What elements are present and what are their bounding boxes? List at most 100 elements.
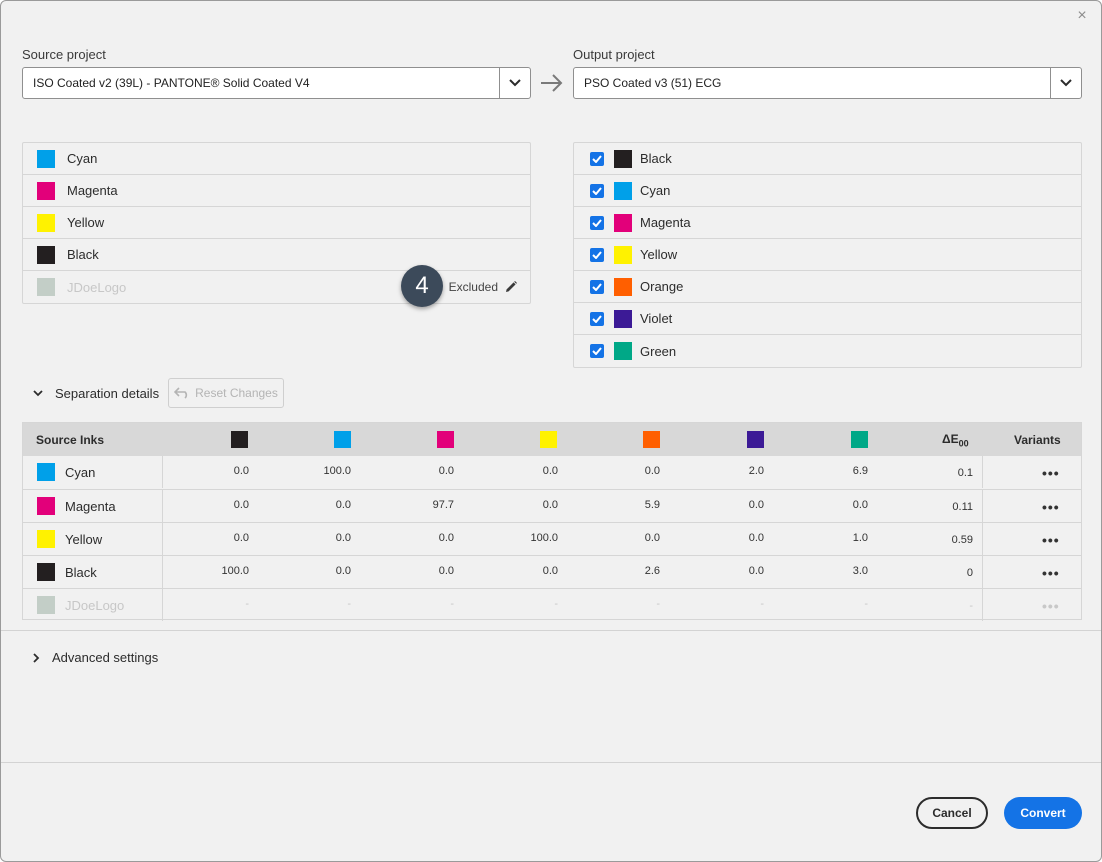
ink-name: Magenta (640, 215, 691, 230)
separation-value[interactable]: 3.0 (808, 565, 868, 577)
separation-value[interactable]: 0.0 (498, 499, 558, 511)
more-options-icon[interactable]: ••• (1042, 532, 1060, 548)
separation-value[interactable]: 2.0 (704, 465, 764, 477)
checkmark-icon (592, 186, 602, 195)
ink-name: JDoeLogo (65, 597, 125, 613)
output-ink-list: Black Cyan Magenta Yellow Orange Violet Green (573, 142, 1082, 368)
more-options-icon[interactable]: ••• (1042, 499, 1060, 515)
delta-e-value: - (969, 600, 973, 612)
divider (982, 589, 983, 621)
output-ink-row: Violet (574, 303, 1081, 335)
separation-value[interactable]: 0.0 (394, 565, 454, 577)
separation-value[interactable]: 0.0 (704, 565, 764, 577)
separation-details-label: Separation details (55, 386, 160, 401)
ink-checkbox[interactable] (590, 215, 604, 230)
separation-table: Source Inks ΔE00 Variants Cyan 0.0 100.0 0.… (22, 422, 1082, 621)
separation-value[interactable]: 100.0 (498, 532, 558, 544)
more-options-icon[interactable]: ••• (1042, 565, 1060, 581)
chevron-down-icon[interactable] (1050, 68, 1081, 98)
divider (982, 556, 983, 588)
ink-swatch (614, 181, 632, 200)
separation-value[interactable]: 0.0 (291, 532, 351, 544)
separation-value[interactable]: - (808, 598, 868, 610)
separation-value[interactable]: 0.0 (704, 532, 764, 544)
separation-value[interactable]: - (394, 598, 454, 610)
separation-value[interactable]: - (189, 598, 249, 610)
reset-changes-label: Reset Changes (195, 386, 278, 400)
separation-value[interactable]: 0.0 (498, 565, 558, 577)
reset-changes-button[interactable]: Reset Changes (168, 378, 284, 408)
arrow-right-icon (541, 74, 563, 92)
close-icon[interactable]: × (1073, 7, 1091, 25)
separation-value[interactable]: 6.9 (808, 465, 868, 477)
separation-value[interactable]: 0.0 (189, 465, 249, 477)
excluded-edit-button[interactable]: Excluded (449, 271, 518, 303)
column-ink-swatch (540, 431, 557, 448)
source-project-label: Source project (22, 47, 106, 62)
separation-value[interactable]: - (291, 598, 351, 610)
output-ink-row: Green (574, 335, 1081, 367)
delta-e-value: 0.1 (957, 467, 973, 479)
col-variants: Variants (1014, 433, 1061, 447)
ink-name: Cyan (640, 183, 671, 198)
source-project-select[interactable]: ISO Coated v2 (39L) - PANTONE® Solid Coa… (22, 67, 531, 99)
ink-checkbox[interactable] (590, 344, 604, 358)
more-options-icon[interactable]: ••• (1042, 465, 1060, 481)
ink-swatch (614, 277, 632, 296)
separation-value[interactable]: - (498, 598, 558, 610)
source-ink-row: JDoeLogo Excluded (23, 271, 530, 303)
separation-value[interactable]: 0.0 (498, 465, 558, 477)
separation-details-toggle[interactable]: Separation details (33, 386, 159, 401)
ink-checkbox[interactable] (590, 279, 604, 294)
column-ink-swatch (437, 431, 454, 448)
ink-checkbox[interactable] (590, 151, 604, 166)
separation-value[interactable]: 100.0 (291, 465, 351, 477)
ink-swatch (37, 463, 55, 481)
separation-value[interactable]: 0.0 (394, 532, 454, 544)
separation-value[interactable]: 100.0 (189, 565, 249, 577)
col-delta-e: ΔE00 (942, 432, 969, 448)
separation-value[interactable]: - (600, 598, 660, 610)
separation-value[interactable]: 0.0 (291, 565, 351, 577)
delta-e-value: 0.59 (951, 534, 973, 546)
source-ink-row: Yellow (23, 207, 530, 239)
output-ink-row: Cyan (574, 175, 1081, 207)
separation-value[interactable]: 1.0 (808, 532, 868, 544)
separation-value[interactable]: 0.0 (394, 465, 454, 477)
ink-checkbox[interactable] (590, 183, 604, 198)
checkmark-icon (592, 347, 602, 355)
chevron-down-icon[interactable] (499, 68, 530, 98)
divider (982, 523, 983, 555)
separation-value[interactable]: 2.6 (600, 565, 660, 577)
cancel-button[interactable]: Cancel (916, 797, 988, 829)
more-options-icon[interactable]: ••• (1042, 598, 1060, 614)
separation-value[interactable]: 0.0 (808, 499, 868, 511)
separation-value[interactable]: 0.0 (189, 499, 249, 511)
separation-value[interactable]: 0.0 (600, 465, 660, 477)
ink-name: Yellow (65, 531, 103, 547)
table-row: Magenta 0.0 0.0 97.7 0.0 5.9 0.0 0.0 0.11 ••• (23, 489, 1081, 522)
separation-value[interactable]: 5.9 (600, 499, 660, 511)
chevron-down-icon (33, 390, 43, 397)
ink-swatch (37, 278, 55, 296)
output-ink-row: Magenta (574, 207, 1081, 239)
separation-value[interactable]: 0.0 (704, 499, 764, 511)
separation-value[interactable]: 97.7 (394, 499, 454, 511)
checkmark-icon (592, 314, 602, 323)
ink-name: Cyan (65, 464, 96, 480)
ink-checkbox[interactable] (590, 247, 604, 262)
convert-button[interactable]: Convert (1004, 797, 1082, 829)
output-project-select[interactable]: PSO Coated v3 (51) ECG (573, 67, 1082, 99)
advanced-settings-toggle[interactable]: Advanced settings (33, 650, 158, 665)
source-ink-list: Cyan Magenta Yellow Black JDoeLogo Exclu… (22, 142, 531, 304)
separation-value[interactable]: 0.0 (189, 532, 249, 544)
source-ink-cell: JDoeLogo (23, 589, 163, 621)
ink-checkbox[interactable] (590, 311, 604, 326)
checkmark-icon (592, 250, 602, 259)
ink-name: Black (65, 564, 97, 580)
ink-swatch (614, 342, 632, 360)
separation-value[interactable]: - (704, 598, 764, 610)
separation-value[interactable]: 0.0 (600, 532, 660, 544)
col-source-inks: Source Inks (36, 433, 105, 447)
separation-value[interactable]: 0.0 (291, 499, 351, 511)
